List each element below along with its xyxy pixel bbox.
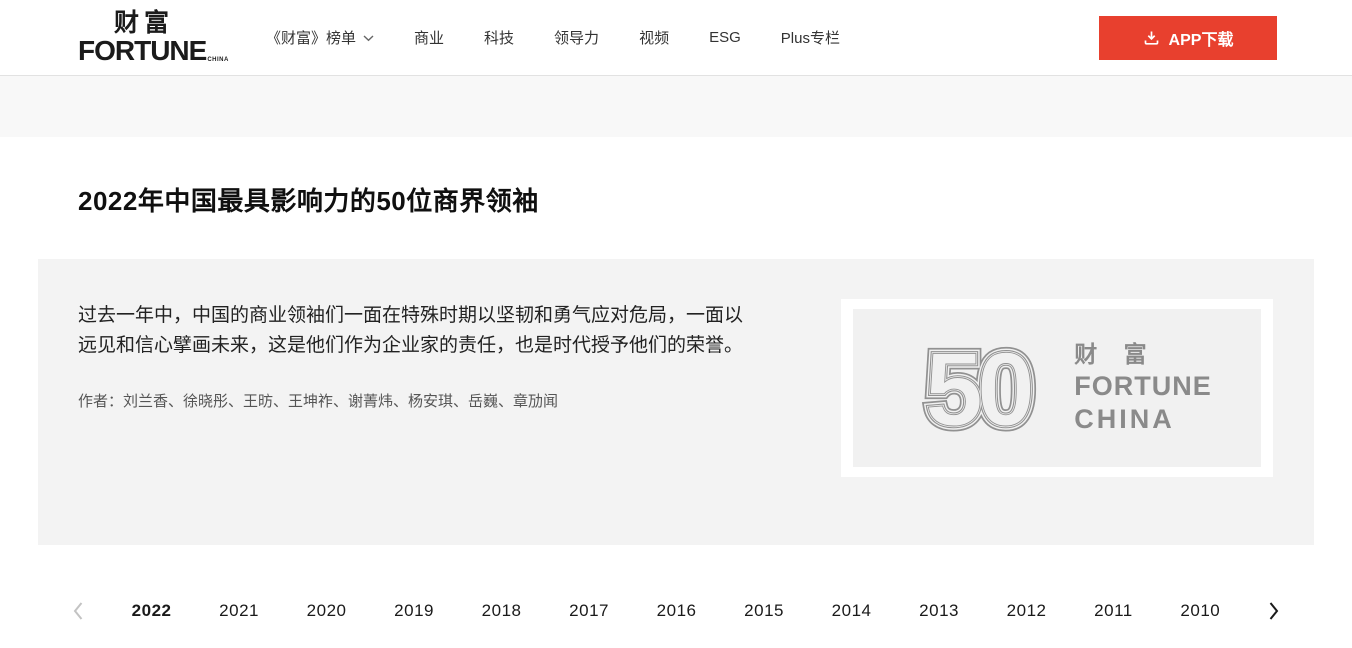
nav-item-video[interactable]: 视频	[639, 27, 669, 48]
logo-china-subtext: CHINA	[207, 57, 229, 63]
year-tab-2018[interactable]: 2018	[482, 601, 522, 621]
badge-chinese: 财 富	[1074, 343, 1212, 366]
svg-text:50: 50	[925, 332, 1031, 447]
year-tab-2022[interactable]: 2022	[132, 601, 172, 621]
nav-label: ESG	[709, 29, 741, 46]
logo-chinese-text: 财富	[114, 11, 206, 36]
list-summary: 过去一年中，中国的商业领袖们一面在特殊时期以坚韧和勇气应对危局，一面以远见和信心…	[78, 301, 746, 361]
year-tab-2010[interactable]: 2010	[1180, 601, 1220, 621]
list-cover-image[interactable]: 50 50 50 50 50 财 富 FORTUNE CHINA	[841, 299, 1273, 477]
authors-line: 作者：刘兰香、徐晓彤、王昉、王坤祚、谢菁炜、杨安琪、岳巍、章劢闻	[78, 390, 758, 411]
nav-item-esg[interactable]: ESG	[709, 29, 741, 46]
top-header: 财富 FORTUNE CHINA 《财富》榜单 商业 科技 领导力 视频 ESG…	[0, 0, 1352, 76]
badge-50-outline: 50 50 50 50 50	[902, 329, 1052, 447]
year-tab-2020[interactable]: 2020	[307, 601, 347, 621]
page-title: 2022年中国最具影响力的50位商界领袖	[78, 181, 1352, 218]
chevron-down-icon	[363, 35, 374, 42]
nav-label: 商业	[414, 27, 444, 48]
main-nav: 《财富》榜单 商业 科技 领导力 视频 ESG Plus专栏	[266, 27, 840, 48]
year-tab-2017[interactable]: 2017	[569, 601, 609, 621]
summary-text-block: 过去一年中，中国的商业领袖们一面在特殊时期以坚韧和勇气应对危局，一面以远见和信心…	[38, 259, 758, 411]
nav-item-leadership[interactable]: 领导力	[554, 27, 599, 48]
nav-label: 领导力	[554, 27, 599, 48]
nav-item-business[interactable]: 商业	[414, 27, 444, 48]
year-tab-2019[interactable]: 2019	[394, 601, 434, 621]
year-pagination: 2022 2021 2020 2019 2018 2017 2016 2015 …	[0, 601, 1352, 621]
fortune-50-badge: 50 50 50 50 50 财 富 FORTUNE CHINA	[853, 309, 1261, 467]
year-tab-2014[interactable]: 2014	[832, 601, 872, 621]
download-icon	[1143, 30, 1160, 46]
year-tab-2012[interactable]: 2012	[1007, 601, 1047, 621]
badge-fortune: FORTUNE	[1074, 373, 1212, 400]
fortune-china-logo[interactable]: 财富 FORTUNE CHINA	[78, 11, 206, 65]
list-summary-card: 过去一年中，中国的商业领袖们一面在特殊时期以坚韧和勇气应对危局，一面以远见和信心…	[38, 259, 1314, 545]
nav-label: Plus专栏	[781, 27, 840, 48]
year-tab-2011[interactable]: 2011	[1094, 601, 1133, 621]
app-download-button[interactable]: APP下载	[1099, 16, 1277, 60]
badge-china: CHINA	[1074, 406, 1212, 433]
app-download-label: APP下载	[1169, 26, 1234, 50]
nav-label: 《财富》榜单	[266, 27, 356, 48]
year-tab-2021[interactable]: 2021	[219, 601, 259, 621]
year-tab-2013[interactable]: 2013	[919, 601, 959, 621]
nav-item-tech[interactable]: 科技	[484, 27, 514, 48]
nav-label: 视频	[639, 27, 669, 48]
year-tab-2016[interactable]: 2016	[657, 601, 697, 621]
next-years-arrow-icon[interactable]	[1268, 601, 1280, 621]
year-tab-2015[interactable]: 2015	[744, 601, 784, 621]
nav-label: 科技	[484, 27, 514, 48]
nav-item-fortune-lists[interactable]: 《财富》榜单	[266, 27, 374, 48]
badge-wordmark: 财 富 FORTUNE CHINA	[1074, 343, 1212, 433]
nav-item-plus-column[interactable]: Plus专栏	[781, 27, 840, 48]
hero-strip	[0, 76, 1352, 137]
prev-years-arrow-icon[interactable]	[72, 601, 84, 621]
logo-english-text: FORTUNE	[78, 37, 206, 65]
